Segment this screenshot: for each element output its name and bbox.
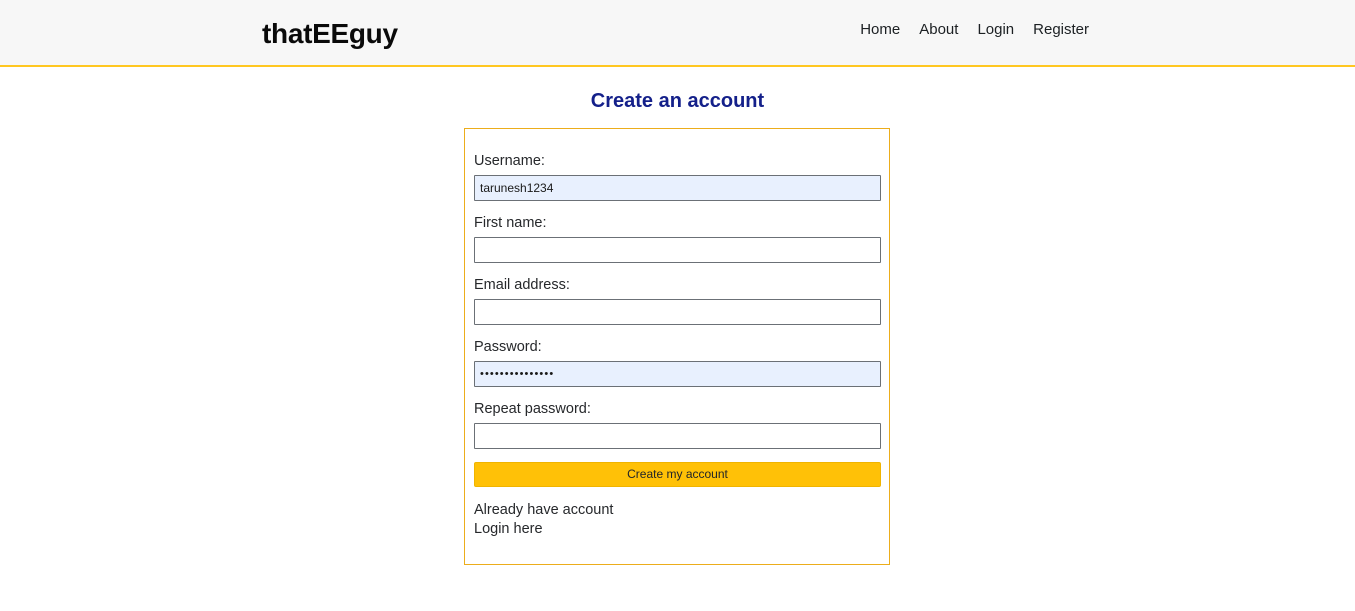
- page-title: Create an account: [590, 90, 765, 112]
- username-input[interactable]: [474, 175, 881, 201]
- site-header: thatEEguy Home About Login Register: [0, 0, 1355, 67]
- label-repeat-password: Repeat password:: [474, 401, 591, 417]
- login-here-link[interactable]: Login here: [474, 520, 879, 539]
- field-first-name: First name:: [474, 214, 881, 263]
- nav-link-login[interactable]: Login: [977, 20, 1014, 40]
- label-email: Email address:: [474, 277, 570, 293]
- already-have-account-text: Already have account: [474, 502, 614, 518]
- field-username: Username:: [474, 152, 881, 201]
- nav-link-home[interactable]: Home: [860, 20, 900, 40]
- label-password: Password:: [474, 339, 542, 355]
- login-prompt: Already have account Login here: [474, 501, 879, 539]
- register-form: Username: First name: Email address: Pas…: [465, 129, 889, 539]
- create-account-button[interactable]: Create my account: [474, 462, 881, 487]
- label-first-name: First name:: [474, 215, 547, 231]
- label-username: Username:: [474, 153, 545, 169]
- nav-link-about[interactable]: About: [919, 20, 958, 40]
- field-password: Password:: [474, 338, 881, 387]
- register-form-card: Username: First name: Email address: Pas…: [464, 128, 890, 565]
- password-input[interactable]: [474, 361, 881, 387]
- email-input[interactable]: [474, 299, 881, 325]
- first-name-input[interactable]: [474, 237, 881, 263]
- main-navigation: Home About Login Register: [860, 20, 1089, 40]
- brand-logo[interactable]: thatEEguy: [262, 17, 398, 51]
- field-repeat-password: Repeat password:: [474, 400, 881, 449]
- nav-link-register[interactable]: Register: [1033, 20, 1089, 40]
- field-email: Email address:: [474, 276, 881, 325]
- repeat-password-input[interactable]: [474, 423, 881, 449]
